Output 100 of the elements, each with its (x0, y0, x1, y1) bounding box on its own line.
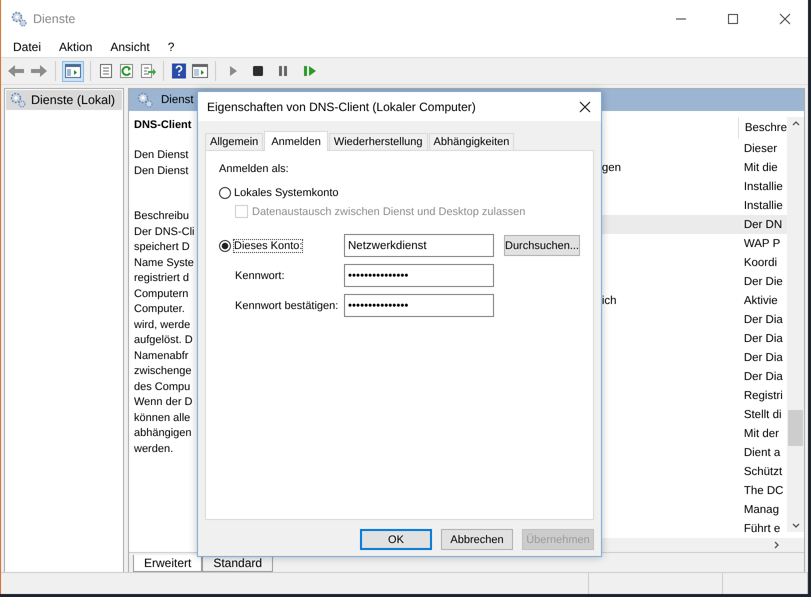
description-text: Beschreibu (134, 209, 190, 224)
description-text: Computer. (134, 302, 185, 317)
scroll-right-icon[interactable] (774, 541, 780, 549)
tree-toggle-button[interactable] (62, 60, 84, 82)
maximize-icon[interactable] (727, 12, 739, 24)
description-text: Der DNS-Cli (134, 224, 194, 240)
table-row[interactable]: Mit der (598, 424, 787, 443)
table-row[interactable]: Der Die (598, 272, 787, 291)
pause-icon[interactable] (278, 65, 288, 77)
table-cell: Mit die (744, 162, 778, 174)
table-cell: Koordi (744, 256, 778, 268)
action-link[interactable]: Den Dienst (134, 148, 188, 164)
table-cell: Führt e (744, 522, 780, 534)
action-link[interactable]: Den Dienst (134, 164, 188, 179)
properties-icon[interactable] (98, 63, 114, 79)
table-cell: Manag (744, 504, 779, 516)
table-row[interactable]: Führt e (598, 519, 787, 538)
window-title: Dienste (33, 12, 76, 26)
gear-icon (137, 92, 153, 108)
table-row[interactable]: Stellt di (598, 405, 787, 424)
service-name: DNS-Client (134, 119, 192, 131)
scroll-down-icon[interactable] (792, 523, 800, 529)
section-label: Anmelden als: (219, 163, 290, 175)
back-arrow-icon[interactable] (7, 63, 25, 79)
menu-item[interactable]: ? (168, 40, 174, 54)
table-cell: Der DN (744, 218, 782, 230)
table-cell: Der Die (744, 276, 783, 288)
description-text: aufgelöst. D (134, 333, 193, 348)
description-text: Wenn der D (134, 395, 192, 410)
radio-button[interactable] (219, 240, 231, 252)
table-row[interactable]: Schützt (598, 462, 787, 481)
menu-item[interactable]: Ansicht (110, 40, 150, 54)
table-cell: Installie (744, 200, 783, 212)
table-cell: Dient a (744, 446, 780, 458)
table-row[interactable]: Der Dia (598, 348, 787, 367)
scroll-up-icon[interactable] (792, 120, 800, 126)
table-row[interactable]: Manag (598, 500, 787, 519)
view-tab[interactable]: Erweitert (133, 555, 202, 572)
browse-button[interactable]: Durchsuchen... (504, 235, 580, 256)
tab[interactable]: Allgemein (205, 133, 264, 150)
pane-title: Dienst (161, 94, 194, 106)
password-field[interactable]: ••••••••••••••• (344, 294, 494, 317)
table-cell: Schützt (744, 466, 782, 478)
refresh-icon[interactable] (119, 63, 135, 79)
table-cell: Dieser (744, 142, 778, 154)
table-cell: Der Dia (744, 314, 783, 326)
table-row[interactable]: Installie (598, 177, 787, 196)
table-row[interactable]: Registri (598, 386, 787, 405)
radio-button[interactable] (219, 187, 231, 199)
close-icon[interactable] (579, 100, 591, 112)
forward-arrow-icon[interactable] (30, 63, 48, 79)
dialog-button[interactable]: OK (360, 529, 432, 550)
scroll-thumb[interactable] (788, 410, 803, 446)
play-icon[interactable] (228, 65, 238, 77)
gear-icon (11, 10, 27, 26)
gear-icon (10, 92, 26, 108)
tab[interactable]: Abhängigkeiten (428, 133, 514, 150)
table-row[interactable]: gen Mit die (598, 158, 787, 177)
table-row[interactable]: Der Dia (598, 367, 787, 386)
table-row[interactable]: Installie (598, 196, 787, 215)
table-cell: The DC (744, 484, 784, 496)
table-cell: Aktivie (744, 294, 778, 306)
vertical-scrollbar[interactable] (787, 117, 804, 532)
table-row[interactable]: Dieser (598, 139, 787, 158)
resume-icon[interactable] (303, 65, 316, 77)
table-cell: Installie (744, 180, 783, 192)
tab[interactable]: Wiederherstellung (328, 133, 428, 150)
description-text: Name Syste (134, 256, 194, 270)
radio-label[interactable]: Dieses Konto: (234, 240, 302, 252)
table-cell: Der Dia (744, 332, 783, 344)
close-icon[interactable] (779, 12, 791, 24)
description-text: abhängigen (134, 426, 192, 441)
table-row[interactable]: Dient a (598, 443, 787, 462)
password-field[interactable]: ••••••••••••••• (344, 264, 494, 287)
radio-label[interactable]: Lokales Systemkonto (234, 187, 339, 199)
dialog-button[interactable]: Abbrechen (441, 529, 513, 550)
export-list-icon[interactable] (140, 63, 156, 79)
help-icon[interactable] (171, 63, 187, 79)
table-row[interactable]: Der Dia (598, 329, 787, 348)
description-text: Computern (134, 286, 188, 302)
menu-item[interactable]: Datei (13, 40, 42, 54)
tree-item[interactable]: Dienste (Lokal) (6, 90, 122, 110)
table-row[interactable]: Der Dia (598, 310, 787, 329)
table-row[interactable]: WAP P (598, 234, 787, 253)
table-row[interactable]: Koordi (598, 253, 787, 272)
tab[interactable]: Anmelden (264, 131, 328, 151)
table-cell: WAP P (744, 238, 780, 250)
table-cell: ich (602, 294, 617, 306)
account-field[interactable]: Netzwerkdienst (344, 234, 494, 257)
console-window-icon[interactable] (192, 63, 208, 79)
stop-icon[interactable] (253, 66, 263, 76)
menu-item[interactable]: Aktion (59, 40, 92, 54)
description-text: zwischenge (134, 364, 192, 379)
table-cell: Stellt di (744, 408, 782, 420)
table-cell: gen (602, 162, 621, 174)
description-text: des Compu (134, 380, 190, 394)
dialog-title: Eigenschaften von DNS-Client (Lokaler Computer) (207, 100, 476, 114)
table-row[interactable]: The DC (598, 481, 787, 500)
field-label: Kennwort: (234, 270, 286, 282)
table-row[interactable]: ich Aktivie (598, 291, 787, 310)
